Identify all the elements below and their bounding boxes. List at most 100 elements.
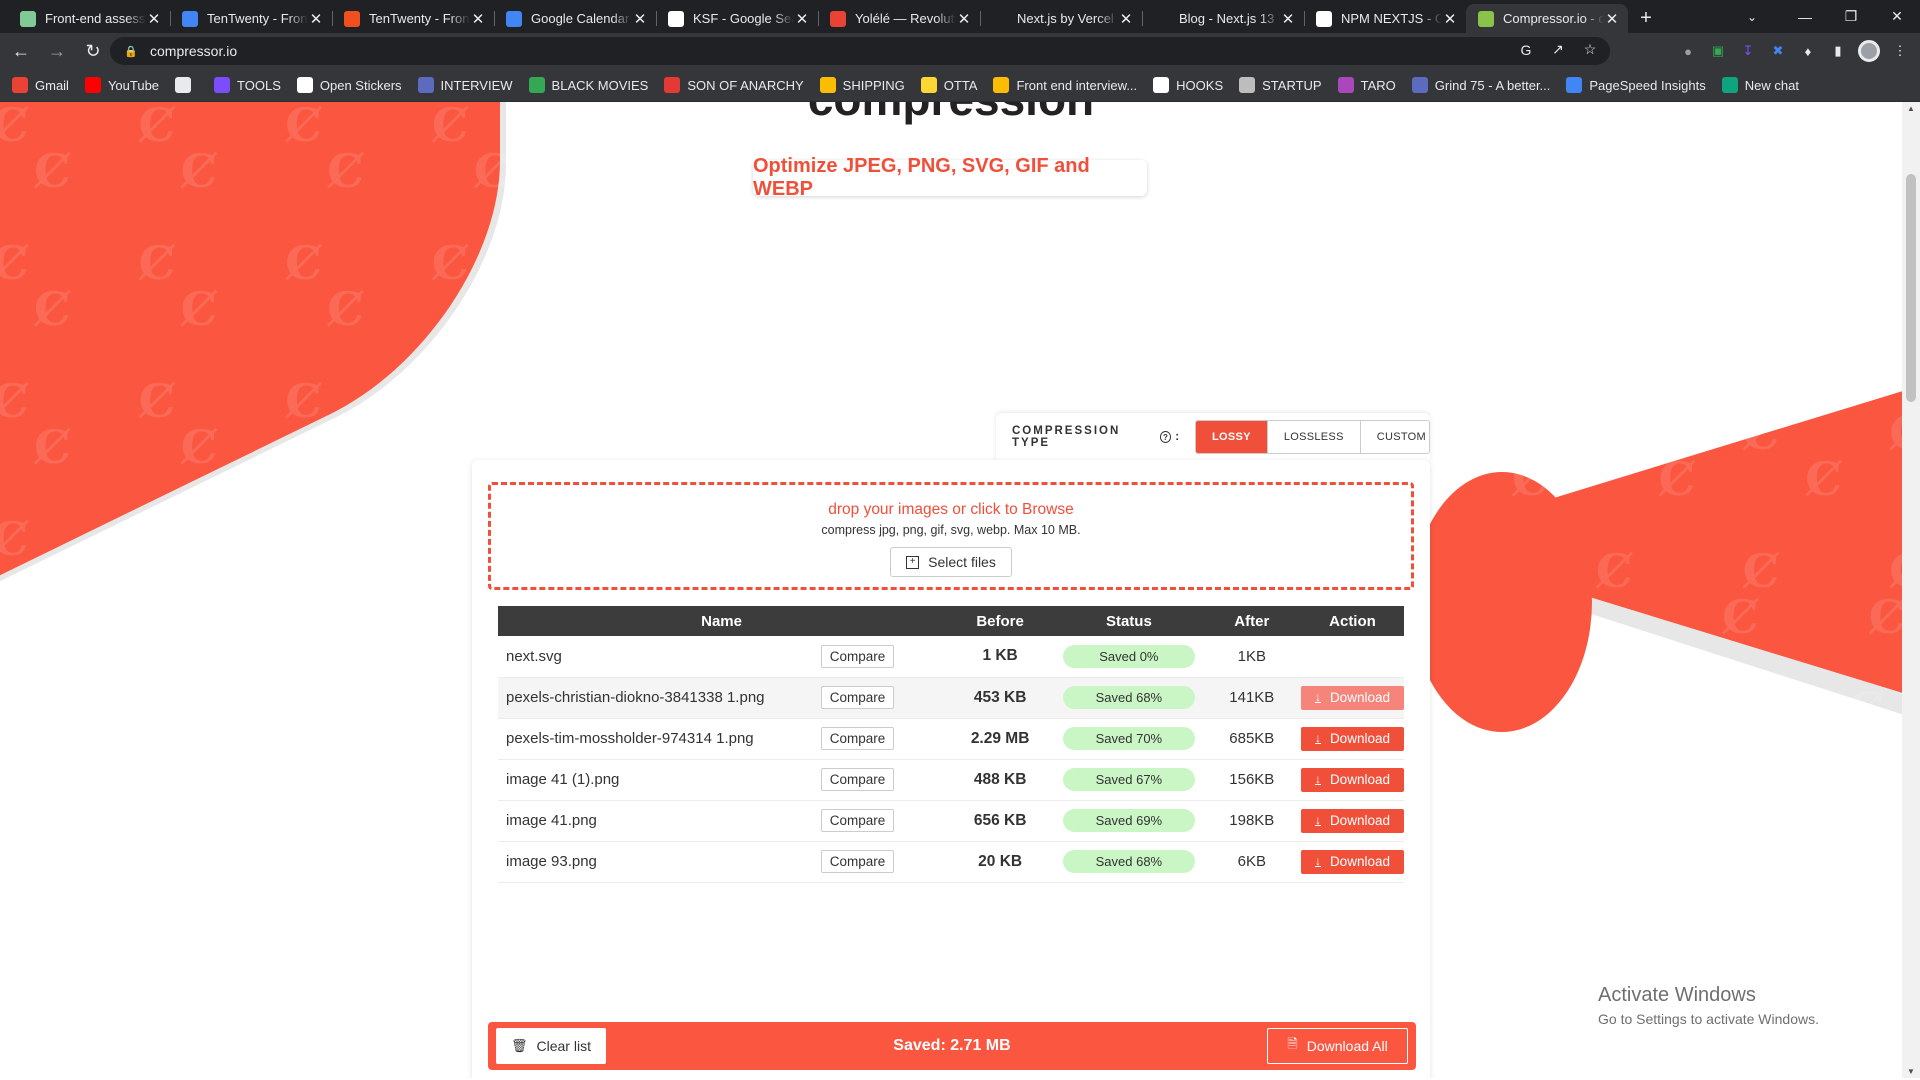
header-before: Before xyxy=(945,606,1056,636)
bookmark-item[interactable]: YouTube xyxy=(84,77,159,93)
close-tab-icon[interactable]: ✕ xyxy=(632,10,648,28)
browser-tab[interactable]: TenTwenty - Fronte ✕ xyxy=(170,4,332,33)
menu-icon[interactable]: ⋮ xyxy=(1890,41,1910,61)
new-tab-button[interactable]: + xyxy=(1628,4,1664,33)
bookmark-item[interactable]: STARTUP xyxy=(1239,77,1322,93)
forward-icon[interactable]: → xyxy=(42,36,72,66)
close-tab-icon[interactable]: ✕ xyxy=(794,10,810,28)
close-tab-icon[interactable]: ✕ xyxy=(470,10,486,28)
select-files-button[interactable]: + Select files xyxy=(890,547,1012,577)
bookmark-item[interactable]: New chat xyxy=(1721,77,1799,93)
close-tab-icon[interactable]: ✕ xyxy=(308,10,324,28)
compression-option-custom[interactable]: CUSTOM xyxy=(1359,421,1429,453)
bookmark-star-icon[interactable]: ☆ xyxy=(1580,41,1600,58)
bookmark-item[interactable]: Open Stickers xyxy=(296,77,402,93)
clear-list-button[interactable]: 🗑 Clear list xyxy=(496,1028,606,1064)
close-window-icon[interactable]: ✕ xyxy=(1874,0,1920,33)
close-tab-icon[interactable]: ✕ xyxy=(1280,10,1296,28)
tab-search-icon[interactable]: ⌄ xyxy=(1732,0,1772,33)
download-button[interactable]: ↓ Download xyxy=(1300,685,1404,710)
bookmark-item[interactable]: OTTA xyxy=(920,77,977,93)
compare-button[interactable]: Compare xyxy=(820,809,895,832)
address-bar[interactable]: 🔒 compressor.io G ↗ ☆ xyxy=(110,37,1610,65)
extension-icon[interactable]: ↧ xyxy=(1738,41,1758,61)
browser-tab[interactable]: Compressor.io - op ✕ xyxy=(1466,4,1628,33)
profile-avatar[interactable] xyxy=(1858,40,1880,62)
size-before: 2.29 MB xyxy=(945,718,1056,760)
status-badge: Saved 69% xyxy=(1062,809,1195,832)
extension-icon[interactable]: ● xyxy=(1678,41,1698,61)
side-panel-icon[interactable]: ▮ xyxy=(1828,41,1848,61)
download-button[interactable]: ↓ Download xyxy=(1300,767,1404,792)
compare-button[interactable]: Compare xyxy=(820,768,895,791)
back-icon[interactable]: ← xyxy=(6,36,36,66)
add-file-icon: + xyxy=(906,555,920,569)
compare-button[interactable]: Compare xyxy=(820,644,895,668)
compare-button[interactable]: Compare xyxy=(820,686,895,709)
download-button[interactable]: ↓ Download xyxy=(1300,849,1404,874)
tab-title: Yolélé — Revolutio xyxy=(855,11,956,26)
page-scrollbar[interactable]: ▲ ▼ xyxy=(1902,102,1920,1078)
tab-strip: Front-end assessm ✕ TenTwenty - Fronte ✕ Ten… xyxy=(0,0,1920,33)
close-tab-icon[interactable]: ✕ xyxy=(1118,10,1134,28)
close-tab-icon[interactable]: ✕ xyxy=(956,10,972,28)
bookmark-item[interactable]: PageSpeed Insights xyxy=(1566,77,1706,93)
bookmark-item[interactable]: SON OF ANARCHY xyxy=(664,77,804,93)
bookmark-item[interactable]: TARO xyxy=(1337,77,1396,93)
bookmark-item[interactable]: INTERVIEW xyxy=(417,77,513,93)
puzzle-icon[interactable]: ♦ xyxy=(1798,41,1818,61)
browser-tab[interactable]: Front-end assessm ✕ xyxy=(8,4,170,33)
browser-tab[interactable]: TenTwenty - Fronte ✕ xyxy=(332,4,494,33)
bookmark-favicon-icon xyxy=(12,77,28,93)
bookmark-favicon-icon xyxy=(1337,77,1354,93)
browser-tab[interactable]: Google Calendar - ✕ xyxy=(494,4,656,33)
compare-button[interactable]: Compare xyxy=(820,727,895,750)
dropzone[interactable]: drop your images or click to Browse comp… xyxy=(488,482,1414,590)
watermark-subtitle: Go to Settings to activate Windows. xyxy=(1598,1011,1819,1027)
scroll-down-arrow[interactable]: ▼ xyxy=(1902,1067,1920,1076)
bookmark-favicon-icon xyxy=(214,77,231,93)
compare-button[interactable]: Compare xyxy=(820,850,895,873)
clear-list-label: Clear list xyxy=(536,1038,591,1054)
header-after: After xyxy=(1202,606,1301,636)
extension-icon[interactable]: ✖ xyxy=(1768,41,1788,61)
bookmark-item[interactable]: TOOLS xyxy=(214,77,281,93)
bookmark-label: Grind 75 - A better... xyxy=(1434,77,1551,93)
reload-icon[interactable]: ↻ xyxy=(78,36,108,66)
browser-tab[interactable]: Blog - Next.js 13 | ✕ xyxy=(1142,4,1304,33)
bookmark-item[interactable]: Grind 75 - A better... xyxy=(1411,77,1551,93)
bookmark-item[interactable]: SHIPPING xyxy=(819,77,905,93)
download-button[interactable]: ↓ Download xyxy=(1300,808,1404,833)
browser-tab[interactable]: Next.js by Vercel - ✕ xyxy=(980,4,1142,33)
compression-type-label: COMPRESSION TYPE ? : xyxy=(1012,425,1180,449)
status-badge: Saved 0% xyxy=(1062,644,1195,668)
minimize-icon[interactable]: — xyxy=(1782,0,1828,33)
download-icon: ↓ xyxy=(1314,854,1321,868)
share-icon[interactable]: ↗ xyxy=(1548,41,1568,58)
extension-icon[interactable]: ▣ xyxy=(1708,41,1728,61)
bookmark-item[interactable]: Gmail xyxy=(12,77,69,93)
restore-icon[interactable]: ❐ xyxy=(1828,0,1874,33)
bookmark-item[interactable]: BLACK MOVIES xyxy=(528,77,648,93)
scrollbar-thumb[interactable] xyxy=(1906,174,1916,402)
google-lens-icon[interactable]: G xyxy=(1516,42,1536,58)
help-icon[interactable]: ? xyxy=(1159,431,1172,443)
close-tab-icon[interactable]: ✕ xyxy=(146,10,162,28)
watermark-title: Activate Windows xyxy=(1598,984,1756,1006)
bookmark-item[interactable] xyxy=(175,77,198,93)
browser-tab[interactable]: Yolélé — Revolutio ✕ xyxy=(818,4,980,33)
bookmark-label: STARTUP xyxy=(1262,77,1322,93)
download-button[interactable]: ↓ Download xyxy=(1300,726,1404,751)
tab-favicon-icon xyxy=(506,10,522,27)
close-tab-icon[interactable]: ✕ xyxy=(1604,10,1620,28)
close-tab-icon[interactable]: ✕ xyxy=(1442,10,1458,28)
bookmark-item[interactable]: HOOKS xyxy=(1153,77,1223,93)
bookmark-item[interactable]: Front end interview... xyxy=(993,77,1137,93)
scroll-up-arrow[interactable]: ▲ xyxy=(1902,104,1920,113)
compression-option-lossless[interactable]: LOSSLESS xyxy=(1266,421,1360,453)
compression-option-lossy[interactable]: LOSSY xyxy=(1196,421,1267,453)
browser-tab[interactable]: NPM NEXTJS - Goo✕ xyxy=(1304,4,1466,33)
download-all-button[interactable]: 🗎 Download All xyxy=(1267,1028,1408,1064)
size-after: 198KB xyxy=(1202,800,1301,842)
browser-tab[interactable]: KSF - Google Searc✕ xyxy=(656,4,818,33)
